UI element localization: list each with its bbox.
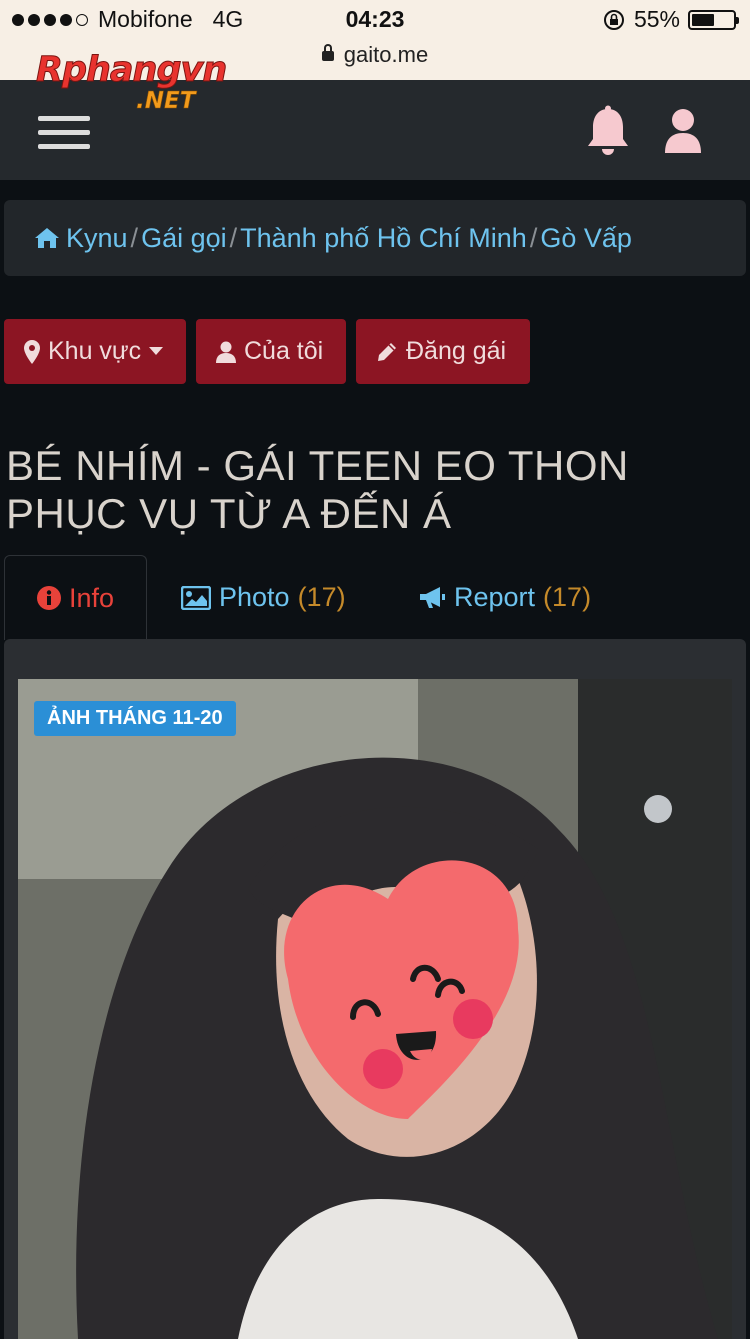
map-marker-icon — [24, 339, 40, 364]
breadcrumb-separator: / — [229, 222, 238, 253]
breadcrumb-item-kynu[interactable]: Kynu — [66, 223, 128, 254]
region-dropdown-button[interactable]: Khu vực — [4, 319, 186, 384]
site-logo[interactable]: Rphangvn .NET — [35, 50, 276, 120]
image-icon — [181, 585, 211, 610]
logo-sub-text: .NET — [136, 88, 196, 115]
region-button-label: Khu vực — [48, 337, 142, 365]
bullhorn-icon — [420, 586, 445, 608]
post-button-label: Đăng gái — [406, 337, 507, 365]
user-icon — [216, 341, 236, 363]
tab-bar: Info Photo (17) Report (17) — [0, 555, 750, 640]
breadcrumb: Kynu / Gái gọi / Thành phố Hồ Chí Minh /… — [4, 200, 746, 276]
breadcrumb-item-category[interactable]: Gái gọi — [141, 223, 227, 254]
photo-count: (17) — [297, 582, 346, 612]
bell-icon[interactable] — [585, 105, 631, 157]
breadcrumb-item-district[interactable]: Gò Vấp — [540, 223, 632, 254]
orientation-lock-icon — [603, 9, 624, 30]
info-circle-icon — [36, 586, 61, 610]
logo-main-text: Rphangvn — [35, 50, 227, 91]
tab-photo-label: Photo — [219, 582, 290, 612]
tab-photo[interactable]: Photo (17) — [181, 555, 346, 640]
url-text: gaito.me — [343, 42, 429, 67]
battery-percent: 55% — [633, 6, 680, 32]
action-buttons: Khu vực Của tôi Đăng gái — [4, 319, 530, 384]
my-posts-button[interactable]: Của tôi — [196, 319, 346, 384]
page-title: BÉ NHÍM - GÁI TEEN EO THON PHỤC VỤ TỪ A … — [6, 442, 629, 537]
caret-down-icon — [149, 347, 164, 355]
tab-info-label: Info — [68, 582, 115, 613]
home-icon — [35, 228, 59, 248]
info-panel: ẢNH THÁNG 11-20 — [4, 639, 746, 1339]
user-icon[interactable] — [662, 107, 704, 155]
profile-photo-image — [18, 679, 732, 1339]
pencil-icon — [378, 342, 396, 361]
menu-icon[interactable] — [38, 116, 90, 154]
breadcrumb-item-city[interactable]: Thành phố Hồ Chí Minh — [240, 223, 527, 254]
photo-date-badge: ẢNH THÁNG 11-20 — [34, 701, 236, 736]
breadcrumb-separator: / — [130, 222, 139, 253]
my-posts-label: Của tôi — [244, 337, 324, 365]
lock-icon — [321, 44, 334, 61]
battery-icon — [688, 9, 739, 30]
tab-report[interactable]: Report (17) — [418, 555, 591, 640]
tab-info[interactable]: Info — [4, 555, 147, 640]
profile-photo[interactable]: ẢNH THÁNG 11-20 — [18, 679, 732, 1339]
post-button[interactable]: Đăng gái — [356, 319, 530, 384]
tab-report-label: Report — [454, 582, 536, 612]
report-count: (17) — [543, 582, 592, 612]
breadcrumb-separator: / — [529, 222, 538, 253]
